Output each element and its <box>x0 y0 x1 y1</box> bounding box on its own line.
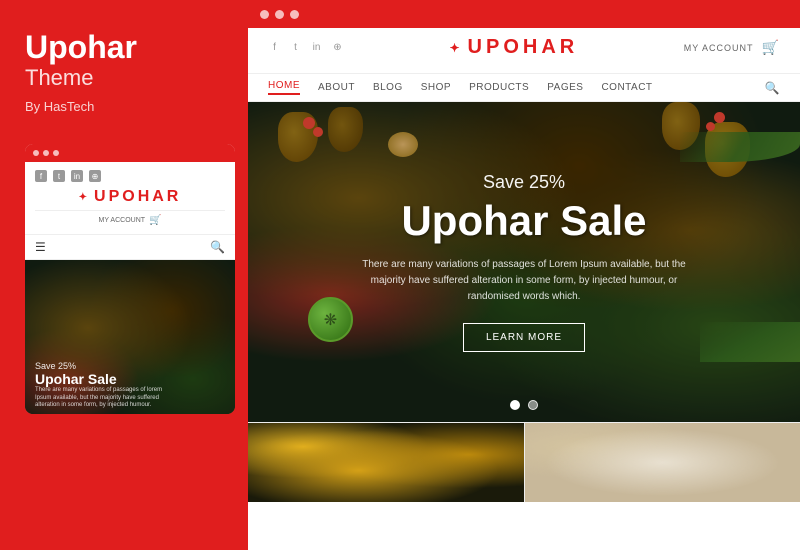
desktop-nav-products[interactable]: PRODUCTS <box>469 82 529 93</box>
mobile-header: f t in ⊕ ✦ UPOHAR MY ACCOUNT 🛒 <box>25 162 235 235</box>
mobile-instagram-icon[interactable]: in <box>71 170 83 182</box>
theme-title: Upohar <box>25 30 223 65</box>
mobile-sale-title: Upohar Sale <box>35 371 165 387</box>
desktop-nav-search-icon[interactable]: 🔍 <box>765 81 780 95</box>
desktop-header-top: f t in ⊕ ✦ UPOHAR MY ACCOUNT 🛒 <box>268 36 780 59</box>
thumbnail-1[interactable] <box>248 423 524 502</box>
mobile-facebook-icon[interactable]: f <box>35 170 47 182</box>
desktop-dot-1 <box>260 10 269 19</box>
desktop-nav-about[interactable]: ABOUT <box>318 82 355 93</box>
mobile-search-icon[interactable]: 🔍 <box>210 240 225 254</box>
desktop-nav-blog[interactable]: BLOG <box>373 82 403 93</box>
slider-dot-2[interactable] <box>528 400 538 410</box>
desktop-hero: ❋ Save 25% Upohar Sale There are many va… <box>248 102 800 422</box>
mobile-mockup: f t in ⊕ ✦ UPOHAR MY ACCOUNT 🛒 ☰ 🔍 <box>25 144 235 414</box>
mobile-twitter-icon[interactable]: t <box>53 170 65 182</box>
thumbnail-2[interactable] <box>524 423 800 502</box>
slider-dot-1[interactable] <box>510 400 520 410</box>
desktop-dot-3 <box>290 10 299 19</box>
desktop-mockup: f t in ⊕ ✦ UPOHAR MY ACCOUNT 🛒 HOME ABOU… <box>248 0 800 550</box>
mobile-other-icon[interactable]: ⊕ <box>89 170 101 182</box>
pine-branch-bottom-right <box>700 322 800 362</box>
mobile-top-bar <box>25 144 235 162</box>
desktop-header: f t in ⊕ ✦ UPOHAR MY ACCOUNT 🛒 <box>248 28 800 74</box>
desktop-cart-icon[interactable]: 🛒 <box>762 39 780 56</box>
mobile-logo-icon: ✦ <box>79 192 90 203</box>
desktop-my-account-label: MY ACCOUNT <box>684 43 754 53</box>
mobile-my-account-label: MY ACCOUNT <box>99 217 146 224</box>
mobile-save-text: Save 25% <box>35 361 165 371</box>
desktop-nav-pages[interactable]: PAGES <box>547 82 583 93</box>
mobile-cart-icon[interactable]: 🛒 <box>149 215 161 226</box>
desktop-nav-shop[interactable]: SHOP <box>421 82 451 93</box>
mobile-dot-2 <box>43 150 49 156</box>
berry-3 <box>714 112 725 123</box>
hero-save-text: Save 25% <box>349 172 699 193</box>
desktop-thumbnails <box>248 422 800 502</box>
desktop-dot-2 <box>275 10 284 19</box>
desktop-nav: HOME ABOUT BLOG SHOP PRODUCTS PAGES CONT… <box>248 74 800 102</box>
theme-subtitle: Theme <box>25 65 223 91</box>
mobile-dot-3 <box>53 150 59 156</box>
hero-learn-more-button[interactable]: LEARN MORE <box>463 323 585 352</box>
mobile-logo: ✦ UPOHAR <box>35 188 225 206</box>
ornament: ❋ <box>308 297 353 342</box>
desktop-logo-star-icon: ✦ <box>449 41 463 55</box>
walnut <box>388 132 418 157</box>
desktop-header-right: MY ACCOUNT 🛒 <box>684 39 780 56</box>
mobile-hamburger-icon[interactable]: ☰ <box>35 240 46 254</box>
desktop-nav-contact[interactable]: CONTACT <box>601 82 652 93</box>
slider-dots <box>510 400 538 410</box>
desktop-facebook-icon[interactable]: f <box>268 41 281 54</box>
mobile-social-icons: f t in ⊕ <box>35 170 225 182</box>
mobile-hero: Save 25% Upohar Sale There are many vari… <box>25 260 235 414</box>
theme-by: By HasTech <box>25 99 223 114</box>
berry-4 <box>706 122 715 131</box>
mobile-account-row: MY ACCOUNT 🛒 <box>35 210 225 226</box>
desktop-other-icon[interactable]: ⊕ <box>331 41 344 54</box>
mobile-sale-desc: There are many variations of passages of… <box>35 387 165 410</box>
desktop-top-bar <box>248 0 800 28</box>
berry-2 <box>313 127 323 137</box>
mobile-hero-content: Save 25% Upohar Sale There are many vari… <box>35 361 165 410</box>
hero-content: Save 25% Upohar Sale There are many vari… <box>349 172 699 352</box>
mobile-nav-row: ☰ 🔍 <box>25 235 235 260</box>
hero-title: Upohar Sale <box>349 197 699 245</box>
mobile-dot-1 <box>33 150 39 156</box>
berry-1 <box>303 117 315 129</box>
hero-description: There are many variations of passages of… <box>349 257 699 305</box>
desktop-logo: ✦ UPOHAR <box>449 36 578 59</box>
left-panel: Upohar Theme By HasTech f t in ⊕ ✦ UPOHA… <box>0 0 248 550</box>
desktop-instagram-icon[interactable]: in <box>310 41 323 54</box>
desktop-twitter-icon[interactable]: t <box>289 41 302 54</box>
desktop-nav-home[interactable]: HOME <box>268 80 300 95</box>
desktop-social-icons: f t in ⊕ <box>268 41 344 54</box>
